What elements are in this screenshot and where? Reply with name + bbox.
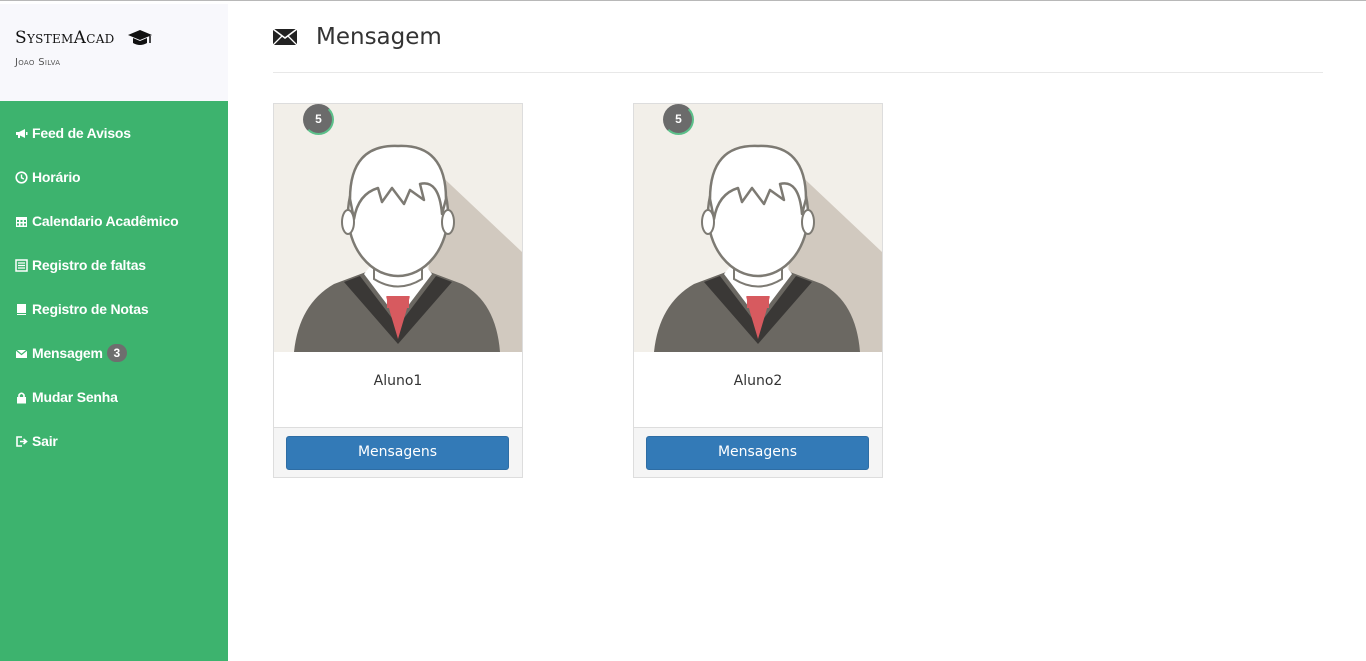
contacts-grid: 5 Aluno1 Mensagens 5 Aluno2 Mensagens — [273, 103, 1323, 483]
graduation-cap-icon — [127, 28, 153, 48]
calendar-icon — [15, 215, 28, 228]
card-footer: Mensagens — [634, 427, 882, 477]
bullhorn-icon — [15, 127, 28, 140]
messages-button[interactable]: Mensagens — [646, 436, 869, 470]
sidebar-item-label: Mensagem — [32, 345, 103, 361]
sidebar-item-mudar-senha[interactable]: Mudar Senha — [0, 375, 228, 419]
sidebar-item-label: Registro de faltas — [32, 257, 146, 273]
message-count-badge: 5 — [663, 104, 694, 135]
sidebar: SystemAcad Joao Silva Feed de Avisos Hor… — [0, 4, 228, 661]
contact-card: 5 Aluno1 Mensagens — [273, 103, 523, 478]
brand-title: SystemAcad — [15, 28, 115, 48]
envelope-icon — [15, 347, 28, 360]
book-icon — [15, 303, 28, 316]
page-header: Mensagem — [272, 4, 1323, 73]
lock-icon — [15, 391, 28, 404]
sidebar-item-feed-de-avisos[interactable]: Feed de Avisos — [0, 111, 228, 155]
main-content: Mensagem 5 Aluno1 Mensagens 5 Aluno2 Men… — [272, 4, 1323, 483]
sidebar-item-label: Registro de Notas — [32, 301, 149, 317]
messages-button[interactable]: Mensagens — [286, 436, 509, 470]
sidebar-item-registro-de-faltas[interactable]: Registro de faltas — [0, 243, 228, 287]
list-icon — [15, 258, 28, 272]
sidebar-item-calendario[interactable]: Calendario Acadêmico — [0, 199, 228, 243]
sidebar-item-registro-de-notas[interactable]: Registro de Notas — [0, 287, 228, 331]
brand-panel: SystemAcad Joao Silva — [0, 4, 228, 101]
sidebar-item-label: Mudar Senha — [32, 389, 118, 405]
sidebar-item-sair[interactable]: Sair — [0, 419, 228, 463]
page-title: Mensagem — [316, 24, 442, 50]
contact-name: Aluno2 — [733, 373, 783, 389]
user-name: Joao Silva — [15, 57, 61, 68]
unread-badge: 3 — [106, 344, 127, 362]
sidebar-item-mensagem[interactable]: Mensagem 3 — [0, 331, 228, 375]
logout-icon — [15, 435, 28, 448]
sidebar-item-label: Sair — [32, 433, 58, 449]
avatar: 5 — [274, 104, 522, 352]
sidebar-item-horario[interactable]: Horário — [0, 155, 228, 199]
avatar: 5 — [634, 104, 882, 352]
brand[interactable]: SystemAcad — [15, 28, 228, 48]
sidebar-nav: Feed de Avisos Horário Calendario Acadêm… — [0, 101, 228, 463]
envelope-icon — [272, 28, 298, 46]
card-footer: Mensagens — [274, 427, 522, 477]
clock-icon — [15, 170, 28, 184]
message-count-badge: 5 — [303, 104, 334, 135]
contact-card: 5 Aluno2 Mensagens — [633, 103, 883, 478]
contact-name: Aluno1 — [373, 373, 423, 389]
sidebar-item-label: Calendario Acadêmico — [32, 213, 179, 229]
sidebar-item-label: Horário — [32, 169, 81, 185]
sidebar-item-label: Feed de Avisos — [32, 125, 131, 141]
